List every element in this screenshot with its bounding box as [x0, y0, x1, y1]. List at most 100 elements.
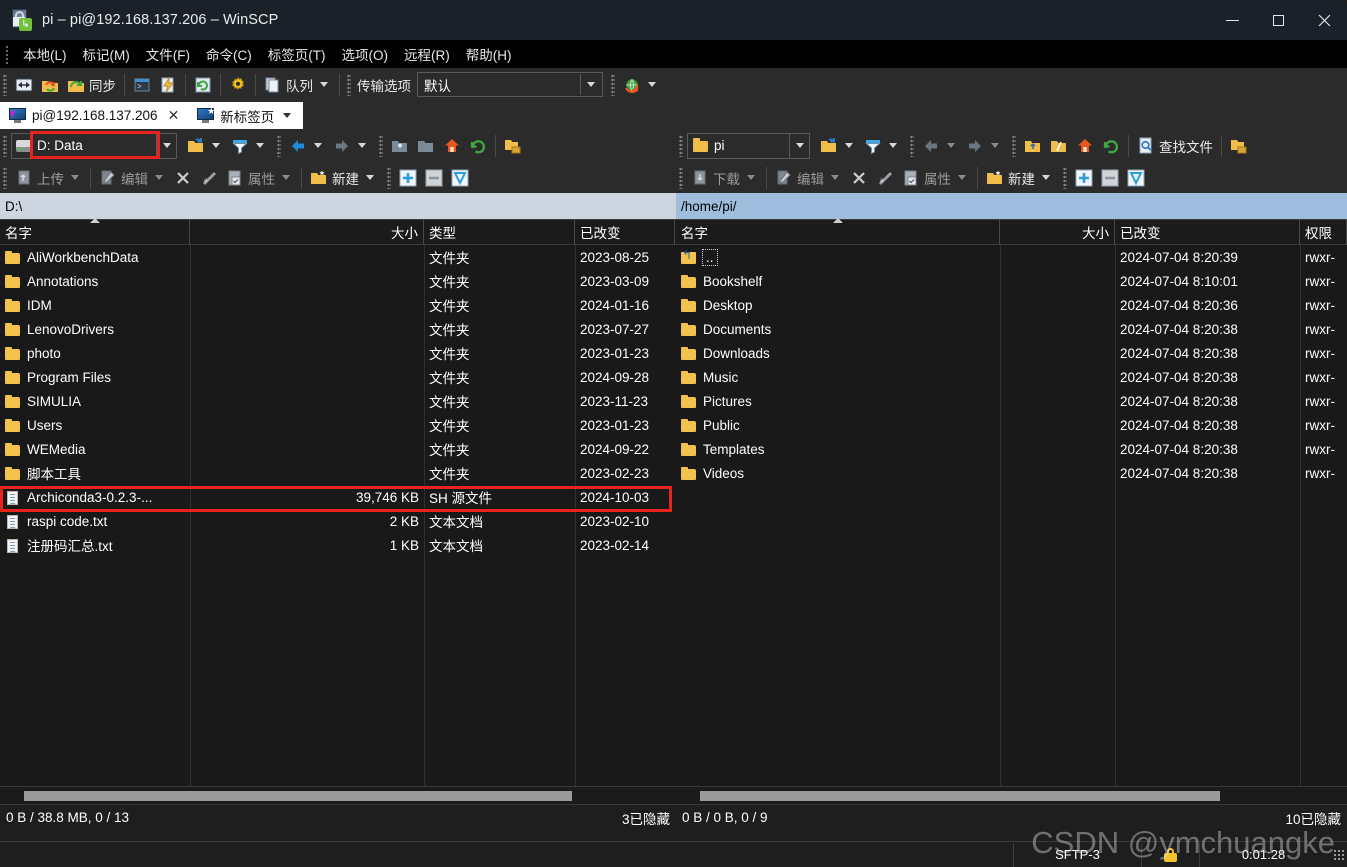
local-parent-dir-button[interactable]	[387, 132, 413, 159]
local-col-changed[interactable]: 已改变	[575, 219, 675, 245]
table-row[interactable]: Public 2024-07-04 8:20:38 rwxr-	[676, 413, 1347, 437]
local-col-size[interactable]: 大小	[190, 219, 424, 245]
remote-root-dir-button[interactable]	[1046, 132, 1072, 159]
queue-button[interactable]: 队列	[260, 71, 335, 98]
remote-new-button[interactable]: 新建	[982, 164, 1057, 191]
remote-path-bar[interactable]: /home/pi/	[676, 193, 1347, 219]
table-row[interactable]: Desktop 2024-07-04 8:20:36 rwxr-	[676, 293, 1347, 317]
menu-mark[interactable]: 标记(M)	[75, 41, 138, 67]
find-files-button[interactable]: 查找文件	[1133, 132, 1217, 159]
local-filter-chevron-down-icon[interactable]	[256, 143, 264, 148]
remote-nav-grip[interactable]	[910, 134, 914, 157]
remote-delete-button[interactable]	[846, 164, 872, 191]
remote-col-size[interactable]: 大小	[1000, 219, 1115, 245]
remote-parent-dir-button[interactable]	[1020, 132, 1046, 159]
local-dir-grip[interactable]	[379, 134, 383, 157]
toolbar-grip-2[interactable]	[347, 73, 351, 96]
download-button[interactable]: 下载	[687, 164, 762, 191]
local-edit-chevron-down-icon[interactable]	[155, 175, 163, 180]
table-row[interactable]: Bookshelf 2024-07-04 8:10:01 rwxr-	[676, 269, 1347, 293]
local-open-directory-button[interactable]	[183, 132, 227, 159]
refresh-both-button[interactable]	[190, 71, 216, 98]
local-back-button[interactable]	[285, 132, 329, 159]
local-edit-button[interactable]: 编辑	[95, 164, 170, 191]
local-select-plus-button[interactable]	[395, 164, 421, 191]
queue-chevron-down-icon[interactable]	[320, 82, 328, 87]
put-custom-command-button[interactable]	[155, 71, 181, 98]
local-new-button[interactable]: 新建	[306, 164, 381, 191]
switch-panels-button[interactable]	[11, 71, 37, 98]
remote-open-dir-chevron-down-icon[interactable]	[845, 143, 853, 148]
table-row[interactable]: IDM 文件夹 2024-01-16	[0, 293, 676, 317]
remote-col-perm[interactable]: 权限	[1300, 219, 1347, 245]
local-open-dir-chevron-down-icon[interactable]	[212, 143, 220, 148]
toolbar-grip-1[interactable]	[3, 73, 7, 96]
local-hscrollbar-thumb[interactable]	[24, 791, 572, 801]
remote-edit-button[interactable]: 编辑	[771, 164, 846, 191]
remote-hscrollbar-thumb[interactable]	[700, 791, 1220, 801]
table-row[interactable]: WEMedia 文件夹 2024-09-22	[0, 437, 676, 461]
transfer-options-combo[interactable]: 默认	[417, 72, 603, 97]
local-refresh-button[interactable]	[465, 132, 491, 159]
table-row[interactable]: .. 2024-07-04 8:20:39 rwxr-	[676, 245, 1347, 269]
table-row[interactable]: Videos 2024-07-04 8:20:38 rwxr-	[676, 461, 1347, 485]
minimize-button[interactable]	[1209, 0, 1255, 40]
menu-remote[interactable]: 远程(R)	[396, 41, 458, 67]
local-action-grip[interactable]	[3, 166, 7, 189]
menu-commands[interactable]: 命令(C)	[198, 41, 260, 67]
preferences-button[interactable]	[225, 71, 251, 98]
table-row[interactable]: Annotations 文件夹 2023-03-09	[0, 269, 676, 293]
local-file-list[interactable]: AliWorkbenchData 文件夹 2023-08-25 Annotations…	[0, 245, 676, 786]
remote-col-name[interactable]: 名字	[676, 218, 1000, 245]
remote-filter-chevron-down-icon[interactable]	[889, 143, 897, 148]
menu-tabs[interactable]: 标签页(T)	[260, 41, 334, 67]
remote-new-chevron-down-icon[interactable]	[1042, 175, 1050, 180]
local-delete-button[interactable]	[170, 164, 196, 191]
local-back-chevron-down-icon[interactable]	[314, 143, 322, 148]
local-rename-button[interactable]: a	[196, 164, 222, 191]
table-row[interactable]: AliWorkbenchData 文件夹 2023-08-25	[0, 245, 676, 269]
menu-grip[interactable]	[3, 44, 12, 64]
remote-home-dir-button[interactable]	[1072, 132, 1098, 159]
remote-dir-chevron-down-icon[interactable]	[789, 132, 810, 159]
resize-grip[interactable]	[1333, 848, 1345, 861]
close-button[interactable]	[1301, 0, 1347, 40]
local-properties-button[interactable]: 属性	[222, 164, 297, 191]
upload-chevron-down-icon[interactable]	[71, 175, 79, 180]
maximize-button[interactable]	[1255, 0, 1301, 40]
table-row[interactable]: photo 文件夹 2023-01-23	[0, 341, 676, 365]
tab-session-pi[interactable]: pi@192.168.137.206 ✕	[0, 102, 189, 129]
table-row[interactable]: LenovoDrivers 文件夹 2023-07-27	[0, 317, 676, 341]
local-forward-button[interactable]	[329, 132, 373, 159]
remote-action-grip[interactable]	[679, 166, 683, 189]
remote-file-list[interactable]: .. 2024-07-04 8:20:39 rwxr- Bookshelf 2024-0…	[676, 245, 1347, 786]
local-forward-chevron-down-icon[interactable]	[358, 143, 366, 148]
local-filter-button[interactable]	[227, 132, 271, 159]
table-row[interactable]: 脚本工具 文件夹 2023-02-23	[0, 461, 676, 485]
remote-dir-grip[interactable]	[1012, 134, 1016, 157]
table-row[interactable]: raspi code.txt 2 KB 文本文档 2023-02-10	[0, 509, 676, 533]
toolbar-grip-3[interactable]	[611, 73, 615, 96]
local-properties-chevron-down-icon[interactable]	[282, 175, 290, 180]
synchronize-button[interactable]: 同步	[63, 71, 120, 98]
download-chevron-down-icon[interactable]	[747, 175, 755, 180]
table-row[interactable]: Documents 2024-07-04 8:20:38 rwxr-	[676, 317, 1347, 341]
remote-select-grip[interactable]	[1063, 166, 1067, 189]
remote-select-minus-button[interactable]	[1097, 164, 1123, 191]
table-row[interactable]: SIMULIA 文件夹 2023-11-23	[0, 389, 676, 413]
remote-forward-chevron-down-icon[interactable]	[991, 143, 999, 148]
remote-hscrollbar[interactable]	[676, 786, 1347, 804]
menu-files[interactable]: 文件(F)	[138, 41, 198, 67]
remote-open-directory-button[interactable]	[816, 132, 860, 159]
tab-new[interactable]: ★ 新标签页	[188, 102, 304, 129]
local-drive-combo[interactable]: D: Data	[11, 132, 157, 159]
local-invert-selection-button[interactable]	[447, 164, 473, 191]
table-row[interactable]: Templates 2024-07-04 8:20:38 rwxr-	[676, 437, 1347, 461]
new-tab-chevron-down-icon[interactable]	[283, 113, 292, 118]
remote-back-button[interactable]	[918, 132, 962, 159]
menu-options[interactable]: 选项(O)	[334, 41, 397, 67]
local-new-chevron-down-icon[interactable]	[366, 175, 374, 180]
remote-rename-button[interactable]: a	[872, 164, 898, 191]
table-row[interactable]: Pictures 2024-07-04 8:20:38 rwxr-	[676, 389, 1347, 413]
remote-refresh-button[interactable]	[1098, 132, 1124, 159]
